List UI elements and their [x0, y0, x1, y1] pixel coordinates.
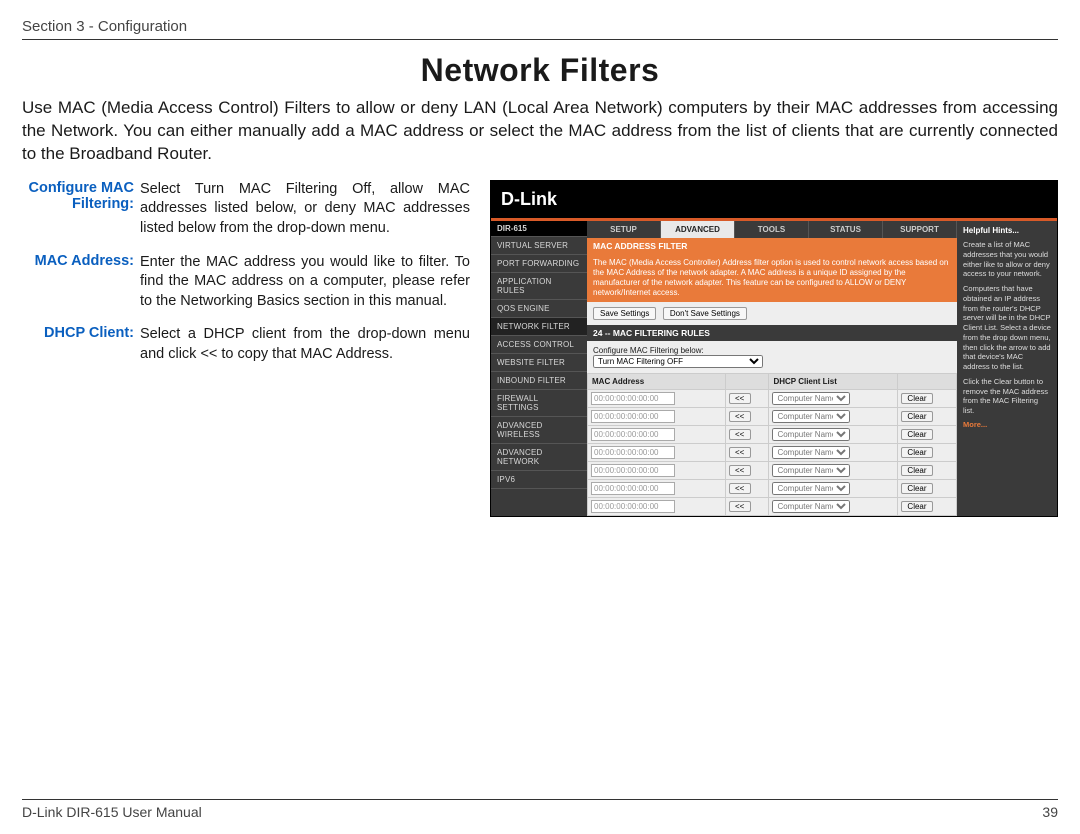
- tab-setup[interactable]: SETUP: [587, 221, 661, 238]
- help-panel: Helpful Hints... Create a list of MAC ad…: [957, 221, 1057, 516]
- dont-save-settings-button[interactable]: Don't Save Settings: [663, 307, 747, 320]
- sidebar-item[interactable]: ADVANCED NETWORK: [491, 444, 587, 471]
- table-row: << Computer Name Clear: [588, 389, 957, 407]
- clear-button[interactable]: Clear: [901, 501, 933, 512]
- mac-input[interactable]: [591, 446, 675, 459]
- mac-input[interactable]: [591, 482, 675, 495]
- configure-select[interactable]: Turn MAC Filtering OFF: [593, 355, 763, 368]
- mac-input[interactable]: [591, 392, 675, 405]
- def-text: Select a DHCP client from the drop-down …: [140, 325, 470, 364]
- mac-input[interactable]: [591, 428, 675, 441]
- tab-support[interactable]: SUPPORT: [883, 221, 957, 238]
- help-title: Helpful Hints...: [963, 226, 1019, 235]
- mac-table: MAC Address DHCP Client List << Computer …: [587, 373, 957, 516]
- th-mac: MAC Address: [588, 373, 726, 389]
- copy-mac-button[interactable]: <<: [729, 411, 751, 422]
- def-text: Select Turn MAC Filtering Off, allow MAC…: [140, 180, 470, 239]
- clear-button[interactable]: Clear: [901, 447, 933, 458]
- sidebar-item[interactable]: FIREWALL SETTINGS: [491, 390, 587, 417]
- top-tabs: SETUPADVANCEDTOOLSSTATUSSUPPORT: [587, 221, 957, 238]
- table-row: << Computer Name Clear: [588, 497, 957, 515]
- sidebar-item[interactable]: INBOUND FILTER: [491, 372, 587, 390]
- sidebar-item[interactable]: IPv6: [491, 471, 587, 489]
- definition-1: MAC Address:Enter the MAC address you wo…: [22, 253, 470, 312]
- sidebar-item[interactable]: ACCESS CONTROL: [491, 336, 587, 354]
- sidebar-item[interactable]: WEBSITE FILTER: [491, 354, 587, 372]
- table-row: << Computer Name Clear: [588, 443, 957, 461]
- mac-input[interactable]: [591, 464, 675, 477]
- copy-mac-button[interactable]: <<: [729, 465, 751, 476]
- rules-title: 24 -- MAC FILTERING RULES: [587, 325, 957, 341]
- router-screenshot: D-Link DIR-615 VIRTUAL SERVERPORT FORWAR…: [490, 180, 1058, 517]
- sidebar-item[interactable]: APPLICATION RULES: [491, 273, 587, 300]
- configure-row: Configure MAC Filtering below: Turn MAC …: [587, 341, 957, 373]
- table-row: << Computer Name Clear: [588, 407, 957, 425]
- save-settings-button[interactable]: Save Settings: [593, 307, 656, 320]
- definition-0: Configure MAC Filtering:Select Turn MAC …: [22, 180, 470, 239]
- model-label: DIR-615: [491, 221, 587, 237]
- brand-text: D-Link: [501, 189, 557, 209]
- footer-left: D-Link DIR-615 User Manual: [22, 804, 202, 820]
- dhcp-client-select[interactable]: Computer Name: [772, 464, 850, 477]
- sidebar-item[interactable]: NETWORK FILTER: [491, 318, 587, 336]
- brand-bar: D-Link: [491, 181, 1057, 221]
- save-row: Save Settings Don't Save Settings: [587, 302, 957, 325]
- table-row: << Computer Name Clear: [588, 461, 957, 479]
- def-term: Configure MAC Filtering:: [22, 180, 140, 239]
- sidebar-item[interactable]: QOS ENGINE: [491, 300, 587, 318]
- footer-page-number: 39: [1042, 804, 1058, 820]
- help-p1: Create a list of MAC addresses that you …: [963, 240, 1051, 279]
- def-term: DHCP Client:: [22, 325, 140, 364]
- mac-input[interactable]: [591, 500, 675, 513]
- th-dhcp: DHCP Client List: [769, 373, 898, 389]
- dhcp-client-select[interactable]: Computer Name: [772, 428, 850, 441]
- clear-button[interactable]: Clear: [901, 393, 933, 404]
- sidebar-item[interactable]: VIRTUAL SERVER: [491, 237, 587, 255]
- section-header: Section 3 - Configuration: [22, 18, 1058, 35]
- sidebar-item[interactable]: PORT FORWARDING: [491, 255, 587, 273]
- copy-mac-button[interactable]: <<: [729, 447, 751, 458]
- table-row: << Computer Name Clear: [588, 479, 957, 497]
- mac-input[interactable]: [591, 410, 675, 423]
- def-text: Enter the MAC address you would like to …: [140, 253, 470, 312]
- dhcp-client-select[interactable]: Computer Name: [772, 482, 850, 495]
- definitions-list: Configure MAC Filtering:Select Turn MAC …: [22, 180, 470, 365]
- dhcp-client-select[interactable]: Computer Name: [772, 410, 850, 423]
- bottom-rule: [22, 799, 1058, 800]
- copy-mac-button[interactable]: <<: [729, 501, 751, 512]
- tab-status[interactable]: STATUS: [809, 221, 883, 238]
- copy-mac-button[interactable]: <<: [729, 483, 751, 494]
- def-term: MAC Address:: [22, 253, 140, 312]
- page-title: Network Filters: [22, 52, 1058, 89]
- dhcp-client-select[interactable]: Computer Name: [772, 392, 850, 405]
- definition-2: DHCP Client:Select a DHCP client from th…: [22, 325, 470, 364]
- dhcp-client-select[interactable]: Computer Name: [772, 500, 850, 513]
- sidebar: DIR-615 VIRTUAL SERVERPORT FORWARDINGAPP…: [491, 221, 587, 516]
- tab-advanced[interactable]: ADVANCED: [661, 221, 735, 238]
- clear-button[interactable]: Clear: [901, 411, 933, 422]
- copy-mac-button[interactable]: <<: [729, 393, 751, 404]
- panel-title: MAC ADDRESS FILTER: [587, 238, 957, 254]
- copy-mac-button[interactable]: <<: [729, 429, 751, 440]
- configure-label: Configure MAC Filtering below:: [593, 346, 704, 355]
- panel-description: The MAC (Media Access Controller) Addres…: [587, 254, 957, 302]
- table-row: << Computer Name Clear: [588, 425, 957, 443]
- sidebar-item[interactable]: ADVANCED WIRELESS: [491, 417, 587, 444]
- clear-button[interactable]: Clear: [901, 483, 933, 494]
- top-rule: [22, 39, 1058, 40]
- dhcp-client-select[interactable]: Computer Name: [772, 446, 850, 459]
- intro-paragraph: Use MAC (Media Access Control) Filters t…: [22, 97, 1058, 166]
- clear-button[interactable]: Clear: [901, 429, 933, 440]
- help-p3: Click the Clear button to remove the MAC…: [963, 377, 1051, 416]
- help-p2: Computers that have obtained an IP addre…: [963, 284, 1051, 372]
- tab-tools[interactable]: TOOLS: [735, 221, 809, 238]
- clear-button[interactable]: Clear: [901, 465, 933, 476]
- help-more-link[interactable]: More...: [963, 420, 1051, 430]
